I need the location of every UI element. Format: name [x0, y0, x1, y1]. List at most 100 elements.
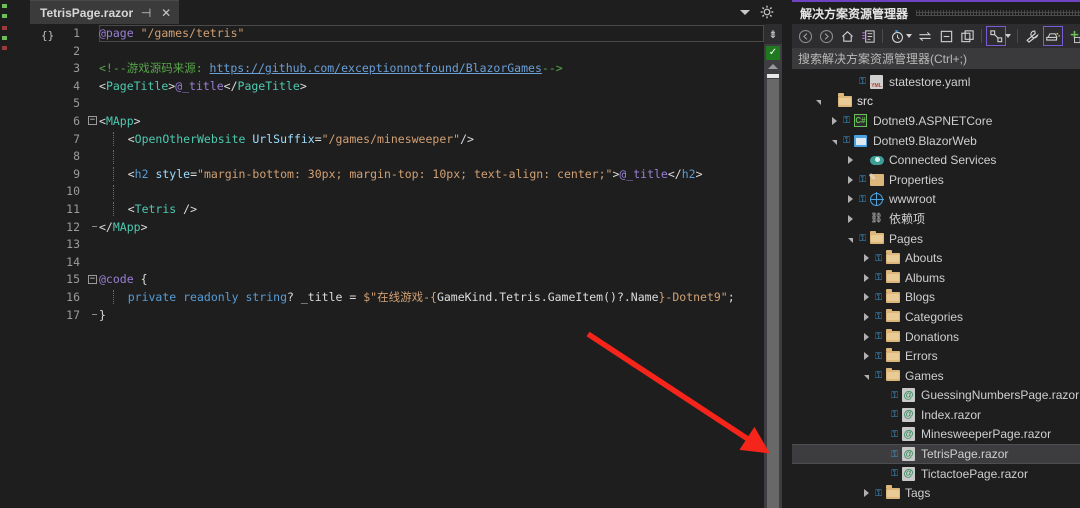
line-number: 12 [66, 219, 80, 234]
line-number: 16 [66, 289, 80, 304]
chevron-right-icon[interactable] [844, 214, 857, 223]
tree-item-label: Dotnet9.ASPNETCore [873, 113, 993, 128]
close-icon[interactable]: ✕ [159, 7, 173, 19]
properties-wrench-icon[interactable] [1022, 26, 1042, 46]
code-line: 15 − @code { [14, 271, 764, 289]
pin-icon[interactable]: ⊣ [139, 7, 153, 19]
tree-item-categories[interactable]: ⚿ Categories [792, 307, 1080, 327]
folder-icon [868, 230, 885, 245]
tree-item-tictactoepage-razor[interactable]: ⚿ TictactoePage.razor [792, 464, 1080, 484]
chevron-down-icon[interactable] [812, 97, 825, 106]
tree-item-tags[interactable]: ⚿ Tags [792, 483, 1080, 503]
file-view-icon[interactable] [986, 26, 1006, 46]
tree-item-index-razor[interactable]: ⚿ Index.razor [792, 405, 1080, 425]
tree-item-albums[interactable]: ⚿ Albums [792, 268, 1080, 288]
code-text [99, 148, 764, 166]
code-line: 7 <OpenOtherWebsite UrlSuffix="/games/mi… [14, 131, 764, 149]
folder-icon [884, 308, 901, 323]
fold-toggle[interactable]: − [86, 271, 99, 289]
code-line: 6 − <MApp> [14, 113, 764, 131]
code-line: 14 [14, 254, 764, 272]
tree-item-dotnet9-aspnetcore[interactable]: ⚿ C# Dotnet9.ASPNETCore [792, 111, 1080, 131]
chevron-right-icon[interactable] [860, 273, 873, 282]
chevron-right-icon[interactable] [860, 293, 873, 302]
split-view-icon[interactable]: ⇟ [764, 24, 782, 44]
folder-icon [884, 485, 901, 499]
home-icon[interactable] [837, 26, 857, 46]
chevron-right-icon[interactable] [860, 312, 873, 321]
no-issues-badge[interactable]: ✓ [766, 46, 780, 60]
preview-selected-items-icon[interactable] [1043, 26, 1063, 46]
file-view-dropdown-caret[interactable] [1005, 34, 1011, 38]
solution-explorer-header: 解决方案资源管理器 [792, 2, 1080, 24]
scrollbar-track[interactable] [767, 79, 779, 508]
code-link[interactable]: https://github.com/exceptionnotfound/Bla… [210, 61, 542, 75]
scrollbar-thumb[interactable] [767, 74, 779, 78]
tree-item-games[interactable]: ⚿ Games [792, 366, 1080, 386]
razor-file-icon [900, 427, 917, 442]
tree-item-abouts[interactable]: ⚿ Abouts [792, 248, 1080, 268]
chevron-right-icon[interactable] [860, 489, 873, 498]
pending-changes-icon[interactable] [858, 26, 878, 46]
chevron-right-icon[interactable] [860, 254, 873, 263]
tree-item-label: wwwroot [889, 192, 936, 207]
tree-item-tetrispage-razor[interactable]: ⚿ TetrisPage.razor [792, 444, 1080, 464]
tree-item-label: Abouts [905, 251, 943, 266]
yaml-file-icon [868, 74, 885, 89]
code-line: 13 [14, 236, 764, 254]
search-input[interactable]: 搜索解决方案资源管理器(Ctrl+;) [792, 48, 1080, 69]
tree-item-errors[interactable]: ⚿ Errors [792, 346, 1080, 366]
fold-toggle[interactable]: − [86, 113, 99, 131]
pane-splitter[interactable] [782, 0, 792, 508]
tree-item-connected-services[interactable]: Connected Services [792, 150, 1080, 170]
forward-icon[interactable] [816, 26, 836, 46]
tree-item-blogs[interactable]: ⚿ Blogs [792, 288, 1080, 308]
chevron-right-icon[interactable] [860, 352, 873, 361]
chevron-right-icon[interactable] [860, 332, 873, 341]
tree-item-label: Donations [905, 329, 960, 344]
collapse-all-icon[interactable] [936, 26, 956, 46]
chevron-right-icon[interactable] [844, 156, 857, 165]
tree-item-minesweeperpage-razor[interactable]: ⚿ MinesweeperPage.razor [792, 425, 1080, 445]
code-line: 17 } [14, 307, 764, 325]
history-icon[interactable] [887, 26, 907, 46]
marker-green-3 [2, 36, 7, 40]
drag-grip[interactable] [916, 10, 1080, 16]
tree-item-guessingnumberspage-razor[interactable]: ⚿ GuessingNumbersPage.razor [792, 386, 1080, 406]
tree-item-properties[interactable]: ⚿ ✎ Properties [792, 170, 1080, 190]
solution-tree: ⚿ statestore.yaml src ⚿ C# Dotnet9.ASPNETCore… [792, 69, 1080, 508]
tab-tetrispage-razor[interactable]: TetrisPage.razor ⊣ ✕ [30, 0, 180, 24]
add-icon[interactable] [1064, 26, 1080, 46]
lock-icon: ⚿ [891, 389, 898, 400]
folder-icon [884, 250, 901, 264]
show-all-files-icon[interactable] [957, 26, 977, 46]
tree-item-src[interactable]: src [792, 92, 1080, 112]
scroll-up-arrow[interactable] [768, 64, 778, 69]
history-dropdown-caret[interactable] [906, 34, 912, 38]
chevron-down-icon[interactable] [740, 9, 750, 15]
tree-item-donations[interactable]: ⚿ Donations [792, 327, 1080, 347]
visual-studio-window: TetrisPage.razor ⊣ ✕ {} 1 @page "/games/… [0, 0, 1080, 508]
editor-vertical-scrollbar[interactable]: ⇟ ✓ [764, 24, 782, 508]
back-icon[interactable] [795, 26, 815, 46]
chevron-right-icon[interactable] [844, 175, 857, 184]
tree-item-statestore-yaml[interactable]: ⚿ statestore.yaml [792, 72, 1080, 92]
gear-icon[interactable] [760, 5, 774, 19]
chevron-right-icon[interactable] [844, 195, 857, 204]
chevron-right-icon[interactable] [828, 116, 841, 125]
tab-title: TetrisPage.razor [40, 5, 134, 20]
chevron-down-icon[interactable] [844, 235, 857, 243]
code-editor[interactable]: {} 1 @page "/games/tetris" 2 3 <!--游戏源码来… [14, 24, 764, 508]
tree-item-pages[interactable]: ⚿ Pages [792, 229, 1080, 249]
tree-item-[interactable]: ⛓ 依赖项 [792, 209, 1080, 229]
lock-icon: ⚿ [875, 370, 882, 381]
sync-with-active-document-icon[interactable] [915, 26, 935, 46]
tree-item-wwwroot[interactable]: ⚿ wwwroot [792, 190, 1080, 210]
chevron-down-icon[interactable] [860, 372, 873, 380]
toolbar-separator [981, 29, 982, 43]
tree-item-dotnet9-blazorweb[interactable]: ⚿ Dotnet9.BlazorWeb [792, 131, 1080, 151]
code-text: @code { [99, 272, 148, 287]
chevron-down-icon[interactable] [828, 137, 841, 145]
razor-file-icon [900, 447, 917, 462]
tree-item-label: Errors [905, 349, 938, 364]
